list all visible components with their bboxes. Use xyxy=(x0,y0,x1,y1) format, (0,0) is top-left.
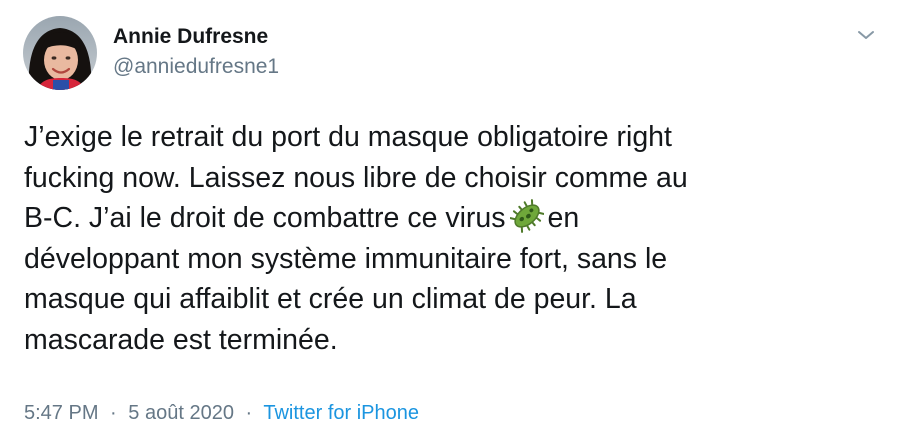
tweet-text: J’exige le retrait du port du masque obl… xyxy=(24,117,884,360)
tweet-line-segment: en xyxy=(547,202,580,234)
author-handle[interactable]: @anniedufresne1 xyxy=(113,54,279,80)
tweet-meta: 5:47 PM · 5 août 2020 · Twitter for iPho… xyxy=(24,400,419,426)
tweet-line: masque qui affaiblit et crée un climat d… xyxy=(24,283,637,315)
chevron-down-icon[interactable] xyxy=(856,28,876,42)
meta-separator: · xyxy=(110,402,117,424)
tweet-line: J’exige le retrait du port du masque obl… xyxy=(24,121,672,153)
tweet-date[interactable]: 5 août 2020 xyxy=(128,402,234,424)
tweet-line-segment: B-C. J’ai le droit de combattre ce virus xyxy=(24,202,506,234)
author-display-name[interactable]: Annie Dufresne xyxy=(113,24,279,50)
tweet-line: fucking now. Laissez nous libre de chois… xyxy=(24,161,688,194)
tweet-card: Annie Dufresne @anniedufresne1 J’exige l… xyxy=(0,0,904,448)
tweet-time[interactable]: 5:47 PM xyxy=(24,402,98,424)
tweet-line: développant mon système immunitaire fort… xyxy=(24,242,668,275)
author-block: Annie Dufresne @anniedufresne1 xyxy=(113,24,279,80)
tweet-source-link[interactable]: Twitter for iPhone xyxy=(263,402,419,424)
tweet-line: B-C. J’ai le droit de combattre ce virus xyxy=(24,198,884,239)
tweet-line: mascarade est terminée. xyxy=(24,323,338,356)
microbe-emoji-icon xyxy=(509,199,545,233)
avatar[interactable] xyxy=(23,16,97,90)
meta-separator: · xyxy=(245,402,253,424)
